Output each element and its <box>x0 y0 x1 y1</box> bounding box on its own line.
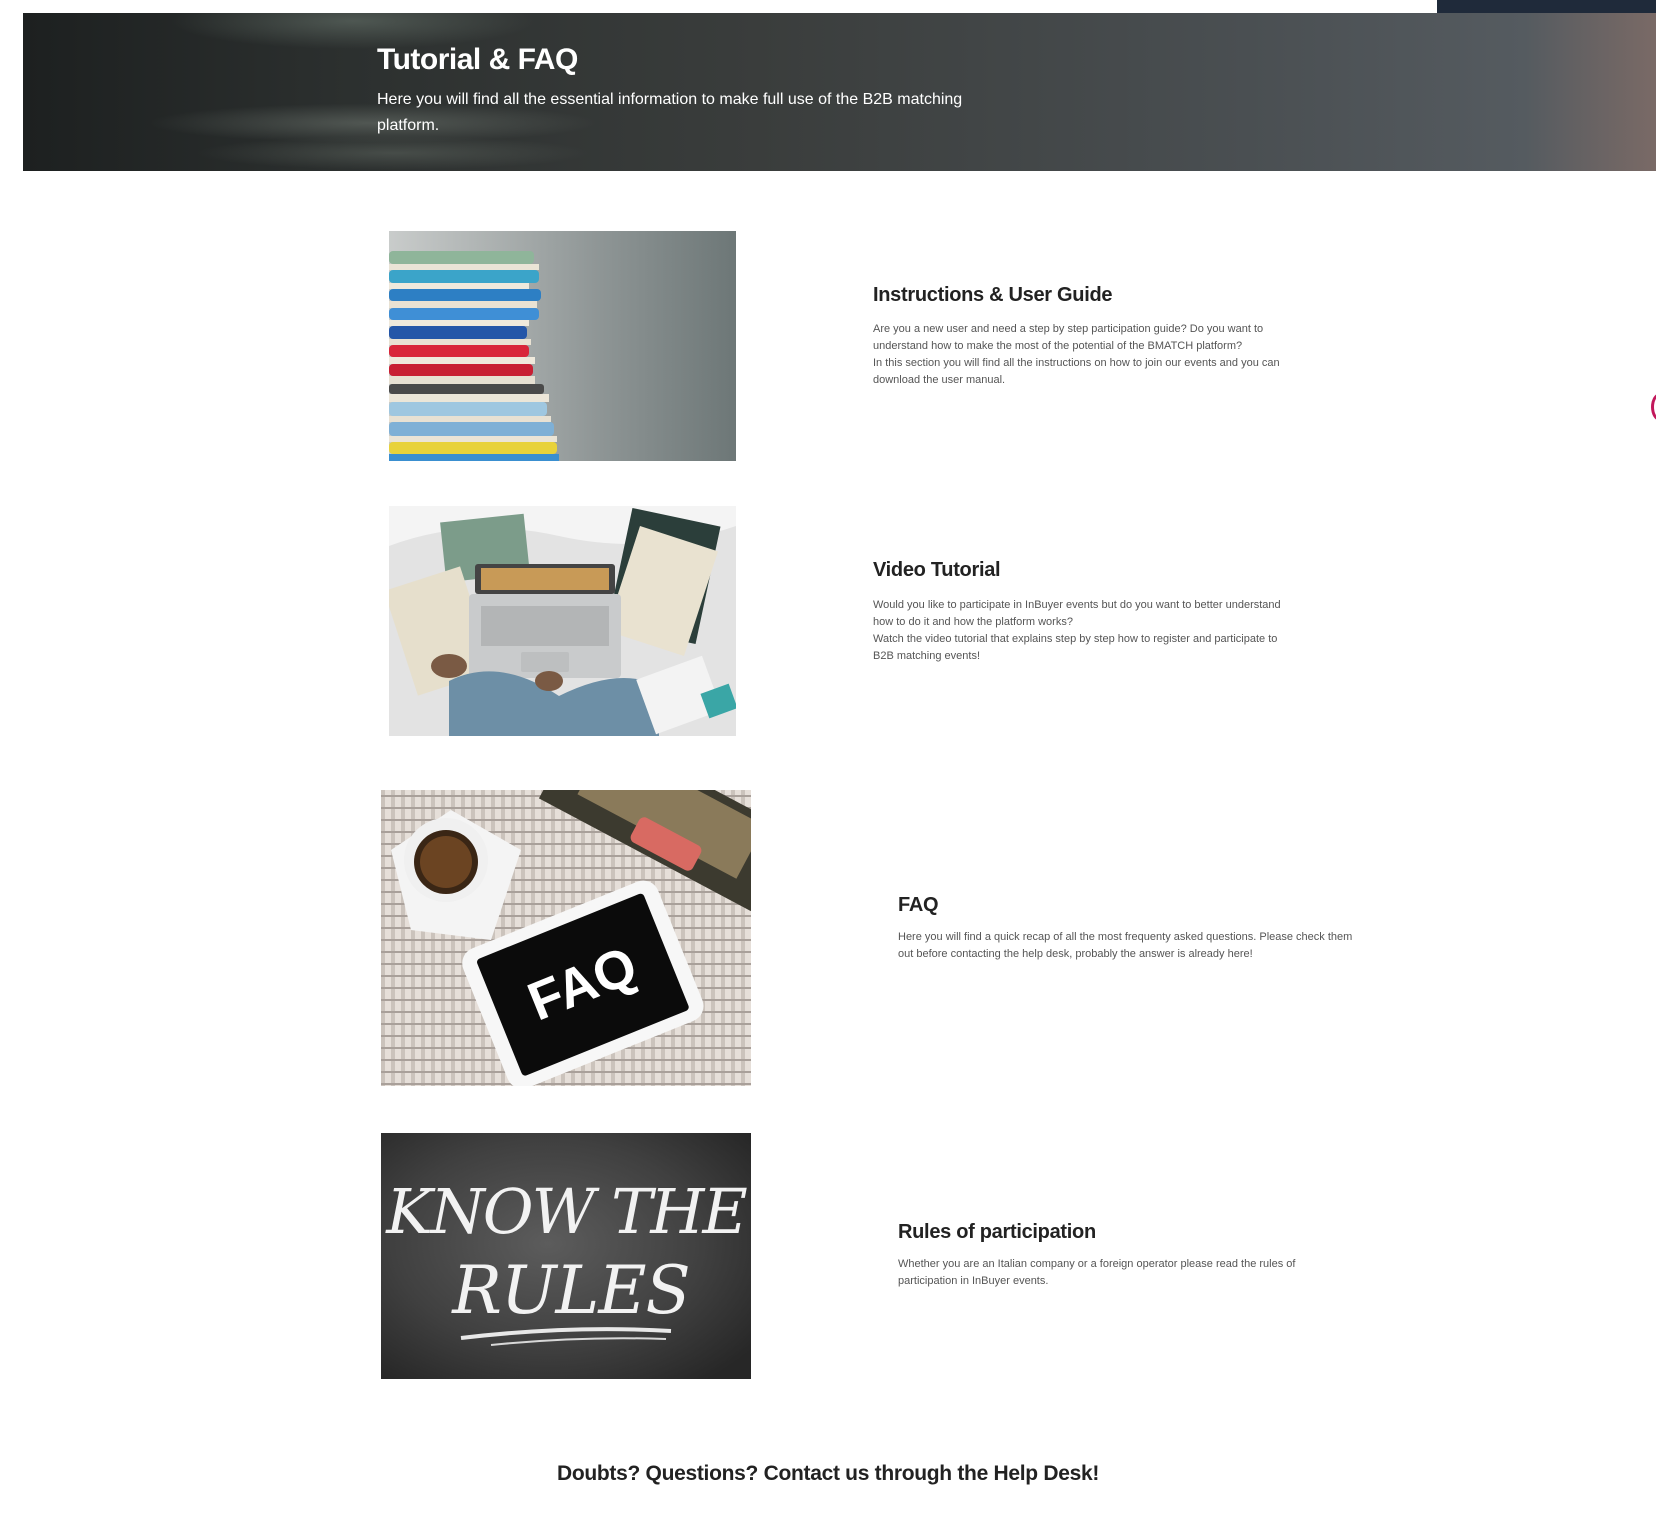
faq-tablet-image[interactable]: FAQ <box>381 790 751 1086</box>
rules-line-1: KNOW THE <box>385 1175 747 1248</box>
top-right-nav-block[interactable] <box>1437 0 1656 13</box>
stacked-books-illustration <box>389 231 736 461</box>
section-desc-video-tutorial: Would you like to participate in InBuyer… <box>873 599 1281 662</box>
side-chat-icon[interactable] <box>1651 393 1656 421</box>
know-the-rules-chalkboard-image[interactable]: KNOW THE RULES <box>381 1133 751 1379</box>
section-title-video-tutorial[interactable]: Video Tutorial <box>873 559 1001 582</box>
section-desc-faq: Here you will find a quick recap of all … <box>898 931 1353 960</box>
page-title: Tutorial & FAQ <box>377 43 578 76</box>
page: Tutorial & FAQ Here you will find all th… <box>0 0 1656 1530</box>
faq-tablet-illustration: FAQ <box>381 790 751 1086</box>
laptop-illustration <box>389 506 736 736</box>
section-desc-rules: Whether you are an Italian company or a … <box>898 1258 1296 1287</box>
stacked-books-image[interactable] <box>389 231 736 461</box>
section-desc-instructions: Are you a new user and need a step by st… <box>873 323 1280 386</box>
hero-banner: Tutorial & FAQ Here you will find all th… <box>23 13 1656 171</box>
section-title-instructions[interactable]: Instructions & User Guide <box>873 284 1113 307</box>
page-subtitle: Here you will find all the essential inf… <box>377 91 963 134</box>
section-title-faq[interactable]: FAQ <box>898 894 939 917</box>
section-title-rules[interactable]: Rules of participation <box>898 1221 1096 1244</box>
helpdesk-cta[interactable]: Doubts? Questions? Contact us through th… <box>0 1462 1656 1486</box>
laptop-on-bed-image[interactable] <box>389 506 736 736</box>
chalkboard-illustration: KNOW THE RULES <box>381 1133 751 1379</box>
rules-line-2: RULES <box>451 1252 690 1329</box>
helpdesk-cta-wrap: Doubts? Questions? Contact us through th… <box>0 1462 1656 1486</box>
